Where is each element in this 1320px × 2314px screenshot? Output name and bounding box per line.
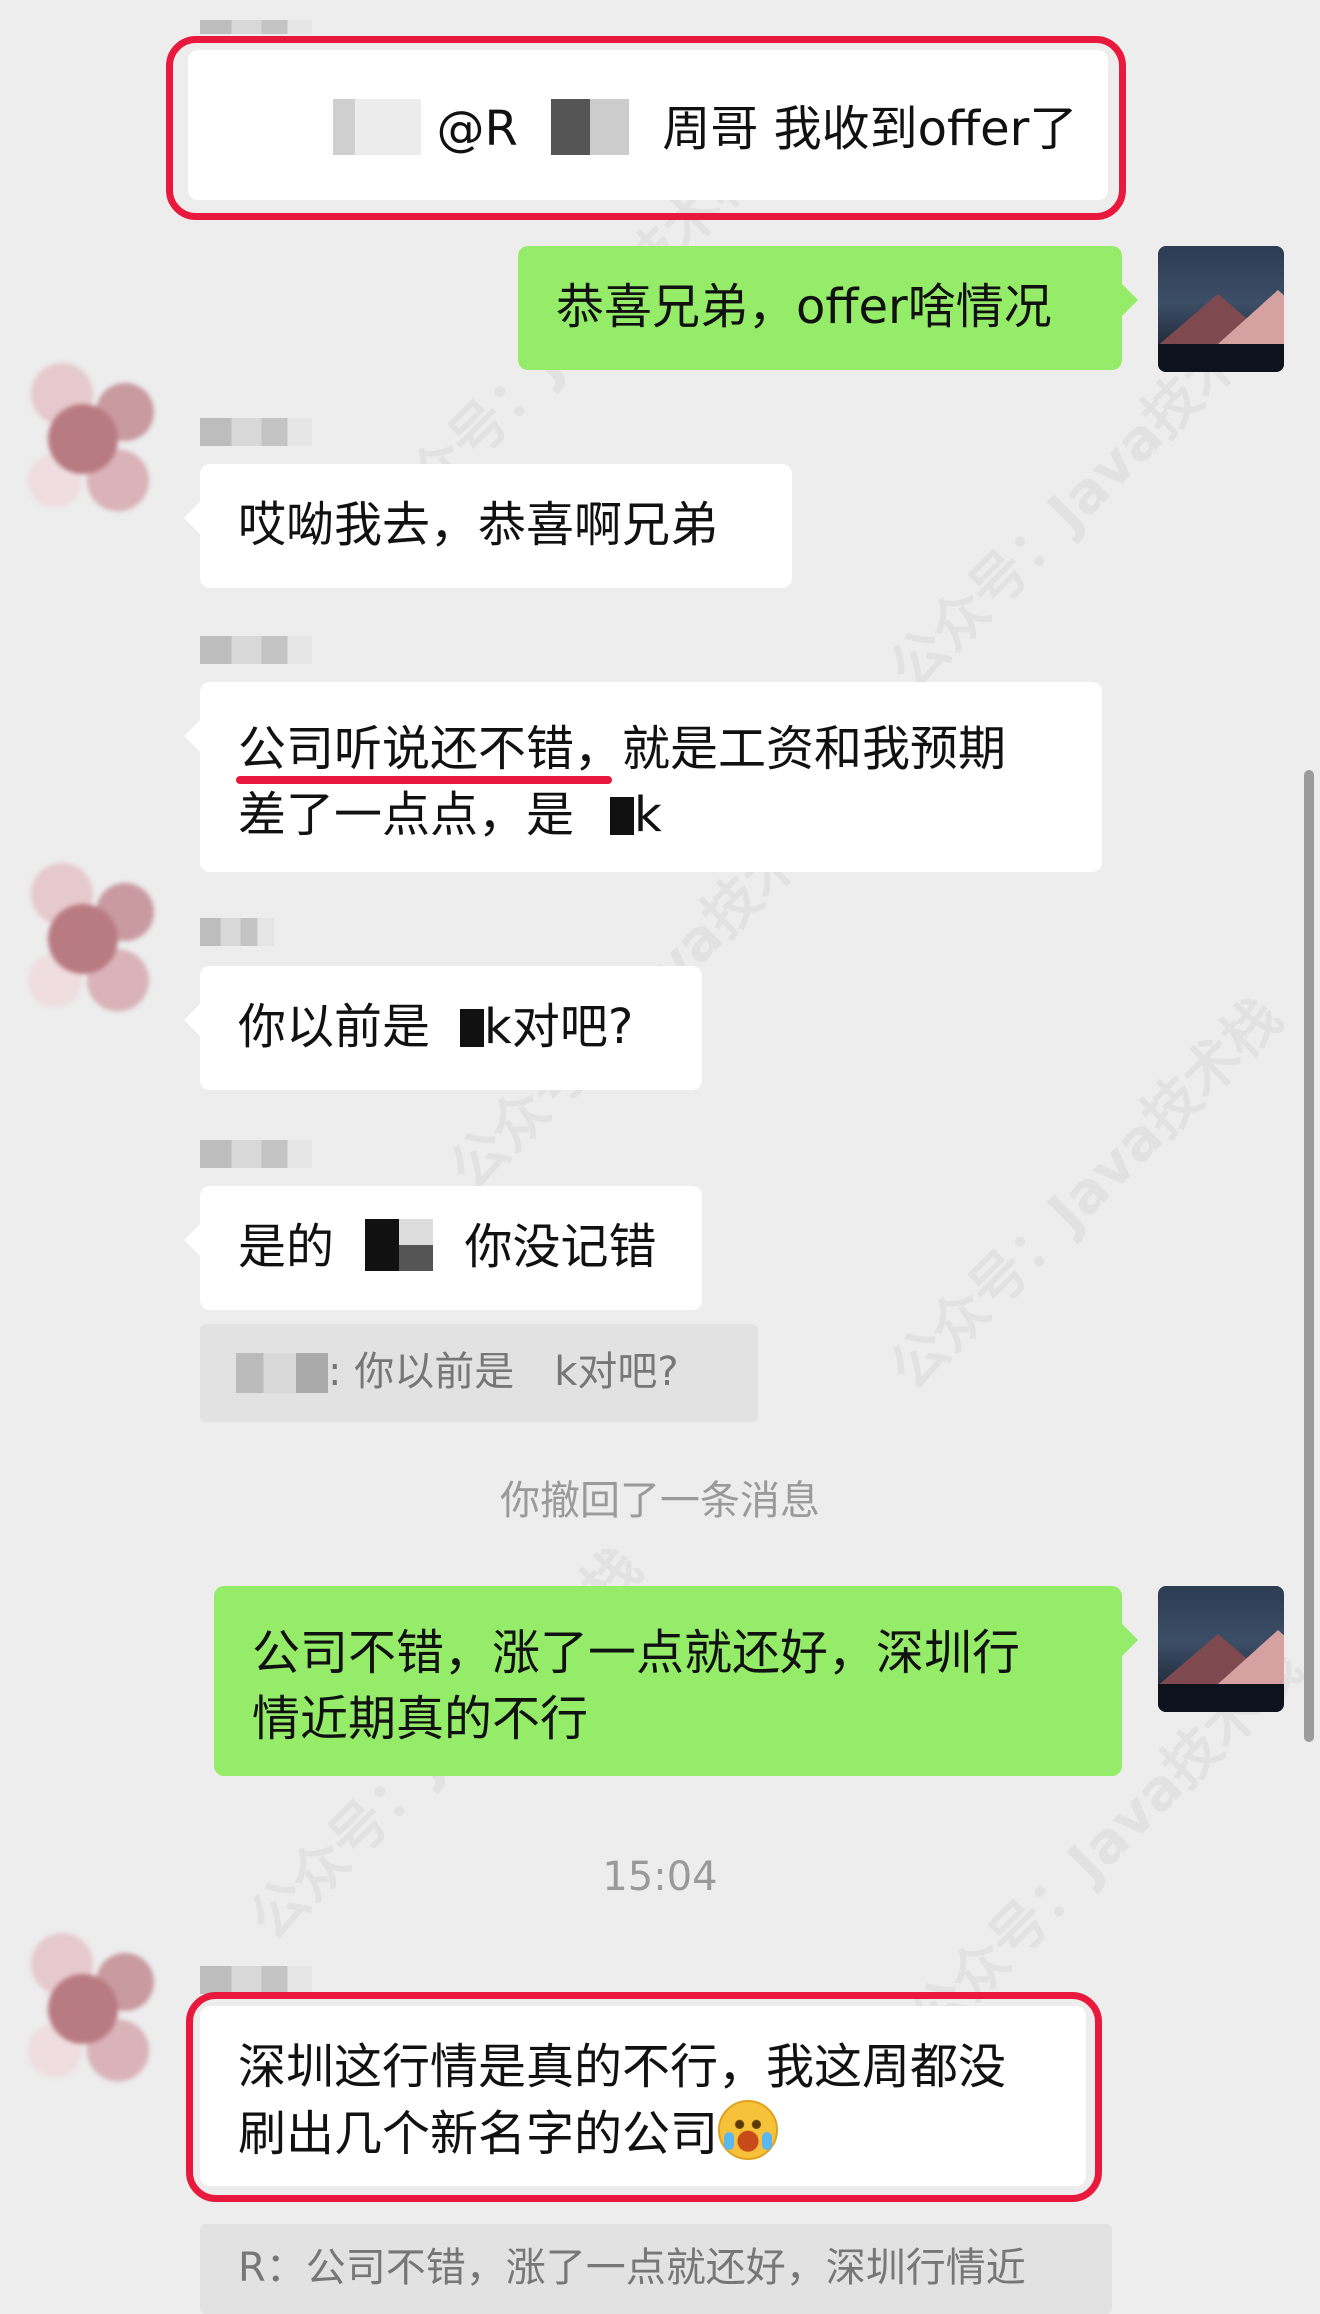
- sender-name-blurred: [200, 20, 312, 34]
- message-bubble-outgoing[interactable]: 恭喜兄弟，offer啥情况: [518, 246, 1138, 370]
- message-text: 是的: [238, 1219, 335, 1275]
- message-text: 公司听说还不错: [238, 721, 575, 777]
- sender-name-blurred: [200, 1966, 312, 1994]
- name-mask: [236, 1353, 328, 1393]
- message-bubble-incoming[interactable]: 是的 你没记错: [184, 1186, 702, 1310]
- avatar-self[interactable]: [1158, 1586, 1284, 1712]
- timestamp: 15:04: [602, 1854, 718, 1900]
- message-bubble-incoming[interactable]: 你以前是 k对吧?: [184, 966, 702, 1090]
- quote-text: R：公司不错，涨了一点就还好，深圳行情近: [238, 2245, 1026, 2291]
- highlight-box-bottom: [186, 1992, 1102, 2202]
- scrollbar[interactable]: [1304, 770, 1314, 1742]
- image-mask: [365, 1219, 434, 1271]
- highlight-underline: [236, 776, 612, 784]
- avatar-contact[interactable]: [20, 840, 160, 1020]
- quoted-message[interactable]: : 你以前是 k对吧?: [200, 1324, 758, 1422]
- avatar-contact[interactable]: [20, 1910, 160, 2090]
- message-text: k对吧?: [484, 999, 634, 1055]
- avatar-self[interactable]: [1158, 246, 1284, 372]
- watermark: 公众号：Java技术栈: [868, 976, 1296, 1404]
- message-text: 公司不错，涨了一点就还好，深圳行: [252, 1625, 1021, 1681]
- message-text: 差了一点点，是: [238, 787, 575, 843]
- message-text: k: [634, 787, 662, 843]
- sender-name-blurred: [200, 918, 274, 946]
- quote-text: k对吧?: [554, 1349, 679, 1395]
- message-text: 你没记错: [464, 1219, 657, 1275]
- quote-text: 你以前是: [354, 1349, 515, 1395]
- sender-name-blurred: [200, 1140, 312, 1168]
- number-mask: [460, 1009, 485, 1047]
- quoted-message[interactable]: R：公司不错，涨了一点就还好，深圳行情近: [200, 2224, 1112, 2314]
- message-text: ，就是工资和我预期: [574, 721, 1007, 777]
- highlight-box-top: [166, 36, 1126, 220]
- quote-sep: :: [328, 1349, 342, 1395]
- sender-name-blurred: [200, 418, 312, 446]
- message-text: 你以前是: [238, 999, 431, 1055]
- message-text: 哎呦我去，恭喜啊兄弟: [238, 497, 719, 553]
- message-text: 情近期真的不行: [252, 1691, 589, 1747]
- recall-notice: 你撤回了一条消息: [500, 1478, 820, 1524]
- message-bubble-outgoing[interactable]: 公司不错，涨了一点就还好，深圳行 情近期真的不行: [214, 1586, 1138, 1776]
- number-mask: [610, 797, 635, 835]
- avatar-contact[interactable]: [20, 340, 160, 520]
- message-text: 恭喜兄弟，offer啥情况: [556, 279, 1052, 335]
- message-bubble-incoming[interactable]: 哎呦我去，恭喜啊兄弟: [184, 464, 792, 588]
- sender-name-blurred: [200, 636, 312, 664]
